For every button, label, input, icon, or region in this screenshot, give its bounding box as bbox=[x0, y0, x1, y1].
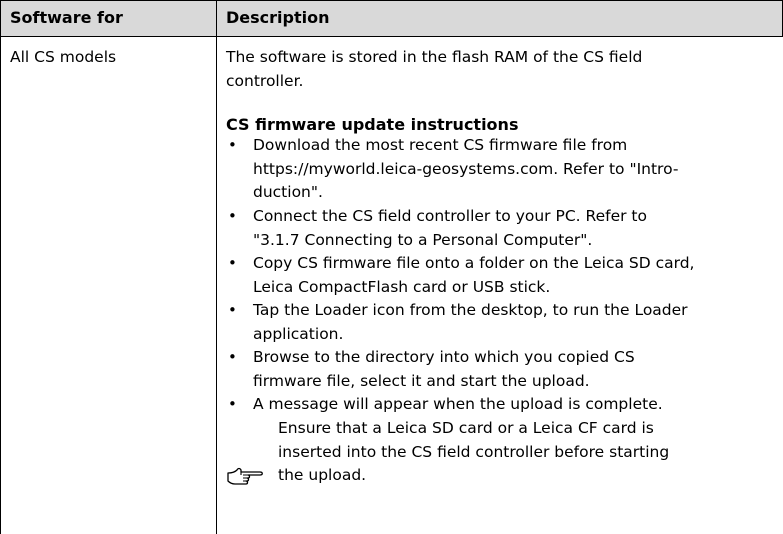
bullet-line: duction". bbox=[253, 183, 323, 201]
description-intro: The software is stored in the flash RAM … bbox=[226, 46, 726, 93]
software-table: Software for Description All CS models T… bbox=[0, 0, 783, 534]
bullet-item: Browse to the directory into which you c… bbox=[253, 346, 753, 393]
bullet-item: Connect the CS field controller to your … bbox=[253, 205, 753, 252]
bullet-marker: • bbox=[228, 301, 237, 319]
cell-software-for: All CS models bbox=[10, 48, 117, 66]
note-line: the upload. bbox=[278, 466, 367, 484]
bullet-line: "3.1.7 Connecting to a Personal Computer… bbox=[253, 230, 593, 249]
table-border-top bbox=[0, 0, 783, 1]
bullet-line: Connect the CS field controller to your … bbox=[253, 207, 647, 225]
table-border-left bbox=[0, 0, 1, 534]
bullet-line: Leica CompactFlash card or USB stick. bbox=[253, 277, 551, 296]
bullet-marker: • bbox=[228, 395, 237, 413]
column-divider bbox=[216, 0, 217, 534]
bullet-line: https://myworld.leica-geosystems.com. Re… bbox=[253, 159, 679, 178]
section-subheading: CS firmware update instructions bbox=[226, 115, 519, 134]
bullet-line: Copy CS firmware file onto a folder on t… bbox=[253, 254, 695, 272]
bullet-line: A message will appear when the upload is… bbox=[253, 395, 663, 413]
bullet-item: A message will appear when the upload is… bbox=[253, 393, 753, 417]
intro-line: The software is stored in the flash RAM … bbox=[226, 48, 643, 66]
bullet-item: Tap the Loader icon from the desktop, to… bbox=[253, 299, 753, 346]
bullet-marker: • bbox=[228, 254, 237, 272]
bullet-marker: • bbox=[228, 348, 237, 366]
bullet-item: Download the most recent CS firmware fil… bbox=[253, 134, 753, 205]
header-description: Description bbox=[226, 8, 330, 27]
bullet-marker: • bbox=[228, 136, 237, 154]
bullet-line: Tap the Loader icon from the desktop, to… bbox=[253, 301, 688, 319]
intro-line: controller. bbox=[226, 71, 304, 90]
bullet-line: firmware file, select it and start the u… bbox=[253, 371, 590, 390]
bullet-line: Browse to the directory into which you c… bbox=[253, 348, 635, 366]
note-text: Ensure that a Leica SD card or a Leica C… bbox=[278, 417, 778, 488]
note-line: inserted into the CS field controller be… bbox=[278, 442, 670, 461]
pointing-hand-icon bbox=[227, 467, 263, 485]
header-software-for: Software for bbox=[10, 8, 123, 27]
bullet-line: application. bbox=[253, 324, 344, 343]
note-line: Ensure that a Leica SD card or a Leica C… bbox=[278, 419, 654, 437]
header-divider bbox=[0, 36, 783, 37]
bullet-marker: • bbox=[228, 207, 237, 225]
bullet-item: Copy CS firmware file onto a folder on t… bbox=[253, 252, 753, 299]
bullet-line: Download the most recent CS firmware fil… bbox=[253, 136, 628, 154]
